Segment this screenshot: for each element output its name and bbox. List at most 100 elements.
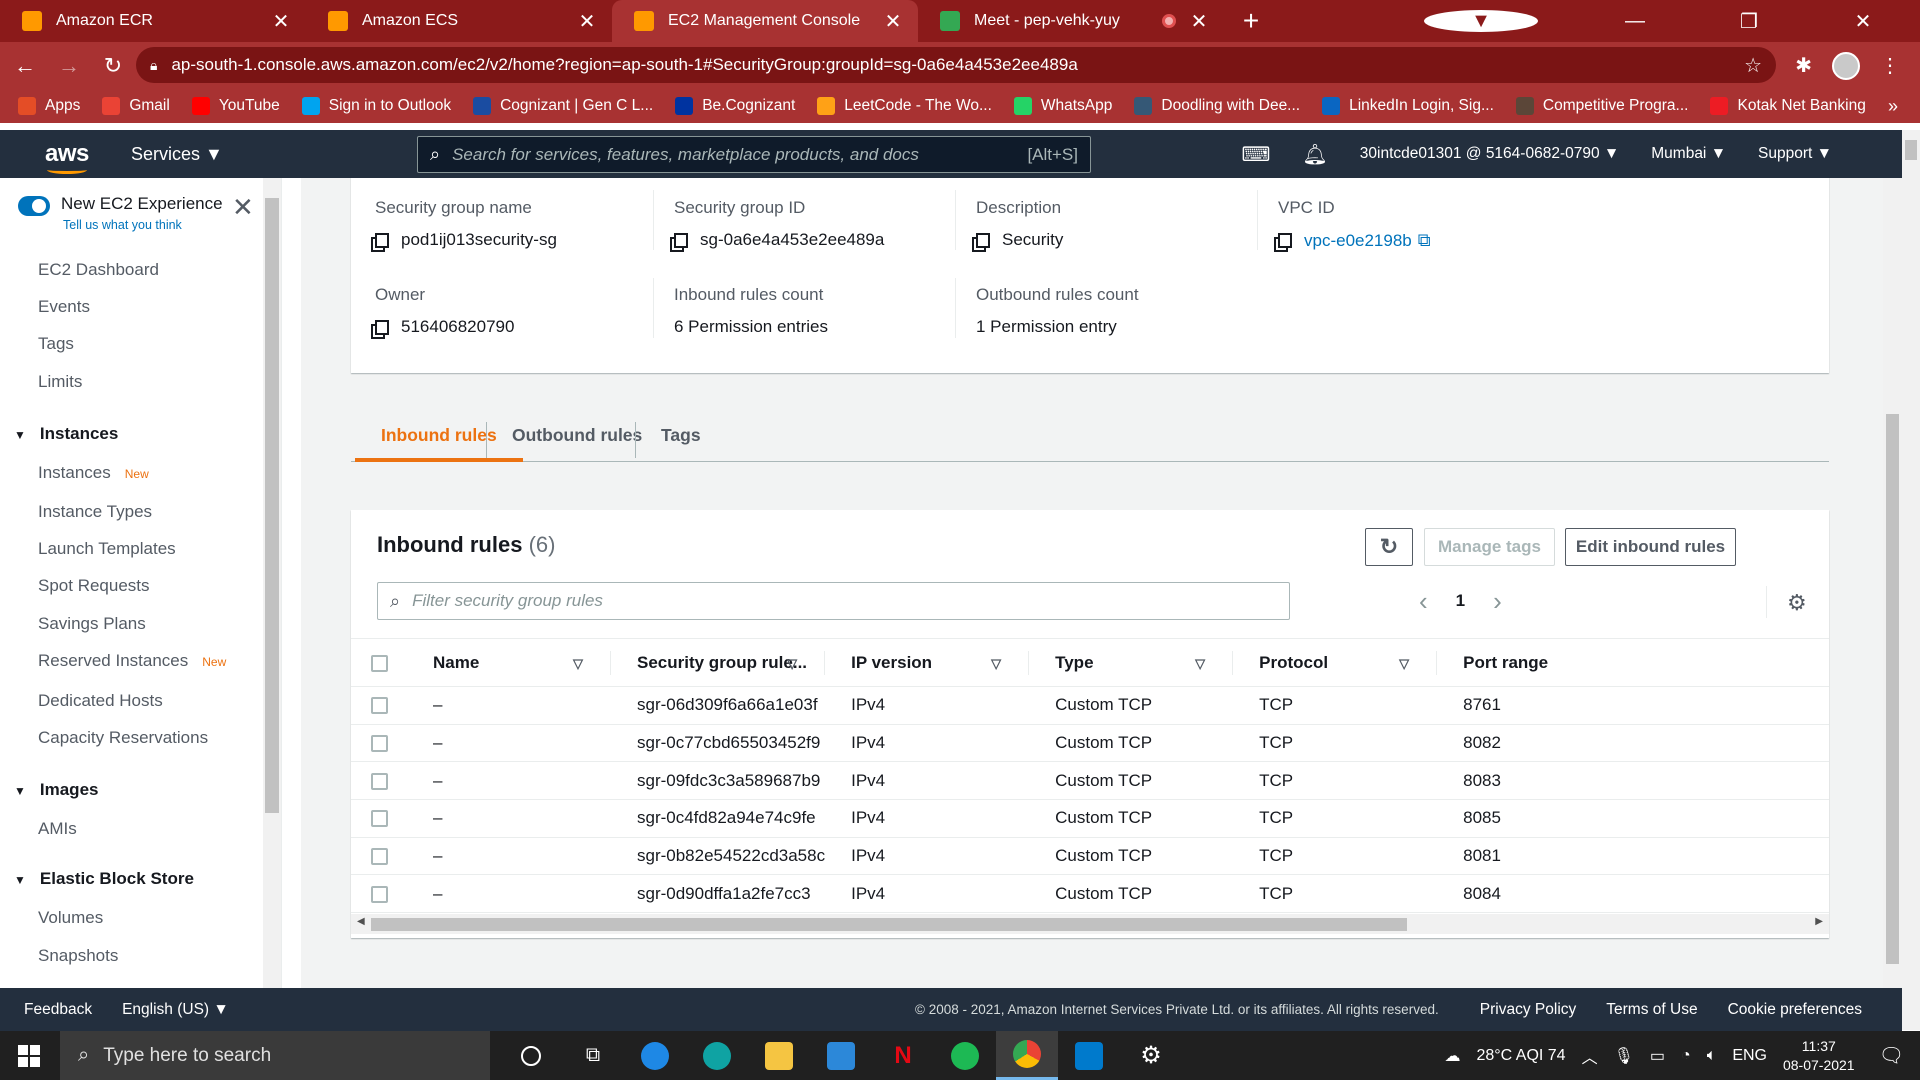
table-row[interactable]: – sgr-06d309f6a66a1e03f IPv4 Custom TCP TCP 8… [351,686,1829,725]
bookmark-item[interactable]: Sign in to Outlook [301,97,451,115]
bookmark-item[interactable]: Apps [18,97,80,115]
reload-icon[interactable]: ↻ [94,53,132,79]
page-scrollbar[interactable] [1902,130,1920,1030]
bookmark-item[interactable]: LinkedIn Login, Sig... [1322,97,1494,115]
refresh-button[interactable]: ↻ [1365,528,1413,566]
chevron-up-icon[interactable]: ︿ [1582,1044,1598,1068]
row-checkbox[interactable] [371,772,388,790]
main-scrollbar[interactable] [1883,178,1902,988]
close-icon[interactable]: ✕ [270,9,292,34]
col-rule-id[interactable]: Security group rule... ▽ [611,638,826,687]
region-menu[interactable]: Mumbai ▼ [1651,145,1726,163]
experience-feedback-link[interactable]: Tell us what you think [63,218,182,232]
bookmark-item[interactable]: Cognizant | Gen C L... [473,97,653,115]
table-row[interactable]: – sgr-0b82e54522cd3a58c IPv4 Custom TCP TCP 8… [351,837,1829,876]
scroll-left-icon[interactable]: ◀ [357,916,365,927]
browser-tab-meet[interactable]: Meet - pep-vehk-yuy ✕ [918,0,1224,42]
bookmark-star-icon[interactable]: ☆ [1744,53,1762,78]
table-row[interactable]: – sgr-0c4fd82a94e74c9fe IPv4 Custom TCP TCP 8… [351,799,1829,838]
bookmark-item[interactable]: WhatsApp [1013,97,1112,115]
page-number[interactable]: 1 [1456,591,1465,611]
copy-icon[interactable] [375,232,389,248]
more-bookmarks-icon[interactable]: » [1888,96,1898,117]
weather-icon[interactable]: ☁ [1444,1046,1460,1066]
terms-of-use-link[interactable]: Terms of Use [1606,1001,1697,1019]
forward-icon[interactable]: → [50,53,88,79]
filter-rules-input[interactable]: ⌕ Filter security group rules [377,582,1290,620]
sidebar-item-events[interactable]: Events [38,297,90,317]
row-checkbox[interactable] [371,735,388,753]
bookmark-item[interactable]: Kotak Net Banking [1710,97,1866,115]
chrome-icon[interactable] [996,1031,1058,1080]
table-row[interactable]: – sgr-09fdc3c3a589687b9 IPv4 Custom TCP TCP 8… [351,761,1829,801]
cookie-preferences-link[interactable]: Cookie preferences [1728,1001,1862,1019]
scrollbar-thumb[interactable] [265,198,279,813]
safari-icon[interactable] [624,1031,686,1080]
sidebar-item-reserved-instances[interactable]: Reserved Instances New [38,651,226,671]
cortana-icon[interactable] [500,1031,562,1080]
table-horizontal-scrollbar[interactable]: ◀ ▶ [351,914,1829,934]
bookmark-item[interactable]: Competitive Progra... [1515,97,1688,115]
windows-start-icon[interactable] [0,1044,58,1067]
table-row[interactable]: – sgr-0c77cbd65503452f9 IPv4 Custom TCP TCP 8… [351,724,1829,763]
feedback-link[interactable]: Feedback [24,1001,92,1019]
gear-icon[interactable]: ⚙ [1787,590,1807,616]
notifications-bell-icon[interactable]: 🔔︎ [1302,142,1327,167]
sidebar-section-ebs[interactable]: ▼ Elastic Block Store [14,869,194,889]
aws-logo[interactable]: aws [45,140,89,174]
col-port-range[interactable]: Port range [1437,638,1829,687]
select-all-checkbox[interactable] [371,654,388,672]
minimize-icon[interactable]: — [1578,10,1692,33]
col-ip-version[interactable]: IP version ▽ [825,638,1030,687]
tab-tags[interactable]: Tags [635,420,727,462]
close-icon[interactable]: ✕ [232,192,254,223]
spotify-icon[interactable] [934,1031,996,1080]
copy-icon[interactable] [1278,233,1292,248]
weather-text[interactable]: 28°C AQI 74 [1476,1047,1565,1065]
tab-search-icon[interactable]: ▼ [1424,10,1538,32]
sidebar-item-spot-requests[interactable]: Spot Requests [38,576,150,596]
row-checkbox[interactable] [371,885,388,903]
copy-icon[interactable] [674,232,688,248]
maximize-icon[interactable]: ❐ [1692,9,1806,34]
sidebar-item-launch-templates[interactable]: Launch Templates [38,539,176,559]
sidebar-item-tags[interactable]: Tags [38,334,74,354]
language-selector[interactable]: English (US) ▼ [122,1001,229,1019]
copy-icon[interactable] [375,319,389,335]
battery-icon[interactable]: ▭ [1650,1046,1665,1066]
services-menu[interactable]: Services ▼ [131,144,223,165]
mail-icon[interactable] [810,1031,872,1080]
chevron-left-icon[interactable]: ‹ [1419,586,1428,617]
file-explorer-icon[interactable] [748,1031,810,1080]
cloudshell-icon[interactable]: ⌨︎ [1242,142,1271,167]
sidebar-section-images[interactable]: ▼ Images [14,780,98,800]
chevron-right-icon[interactable]: › [1493,586,1502,617]
bookmark-item[interactable]: YouTube [191,97,280,115]
manage-tags-button[interactable]: Manage tags [1424,528,1555,566]
microphone-icon[interactable]: 🎙︎ [1614,1046,1634,1066]
bookmark-item[interactable]: Be.Cognizant [675,97,795,115]
privacy-policy-link[interactable]: Privacy Policy [1480,1001,1576,1019]
address-bar[interactable]: 🔒︎ ap-south-1.console.aws.amazon.com/ec2… [136,47,1776,83]
notifications-icon[interactable]: 🗨︎ [1879,1043,1904,1068]
new-tab-button[interactable]: + [1234,5,1268,37]
scroll-right-icon[interactable]: ▶ [1815,916,1823,927]
sidebar-item-capacity-reservations[interactable]: Capacity Reservations [38,728,208,748]
sidebar-item-snapshots[interactable]: Snapshots [38,946,118,966]
close-icon[interactable]: ✕ [576,9,598,34]
extensions-puzzle-icon[interactable]: ✱ [1795,53,1812,78]
sidebar-item-volumes[interactable]: Volumes [38,908,103,928]
task-view-icon[interactable]: ⧉ [562,1031,624,1080]
copy-icon[interactable] [976,232,990,248]
sidebar-item-instances[interactable]: Instances New [38,463,149,483]
scrollbar-thumb[interactable] [371,918,1407,931]
edit-inbound-rules-button[interactable]: Edit inbound rules [1565,528,1736,566]
sidebar-item-instance-types[interactable]: Instance Types [38,502,152,522]
browser-tab-ec2[interactable]: EC2 Management Console ✕ [612,0,918,42]
row-checkbox[interactable] [371,810,388,828]
table-row[interactable]: – sgr-0d90dffa1a2fe7cc3 IPv4 Custom TCP TCP 8… [351,874,1829,914]
browser-tab-ecs[interactable]: Amazon ECS ✕ [306,0,612,42]
support-menu[interactable]: Support ▼ [1758,145,1832,163]
settings-gear-icon[interactable]: ⚙ [1120,1031,1182,1080]
sidebar-item-savings-plans[interactable]: Savings Plans [38,614,146,634]
